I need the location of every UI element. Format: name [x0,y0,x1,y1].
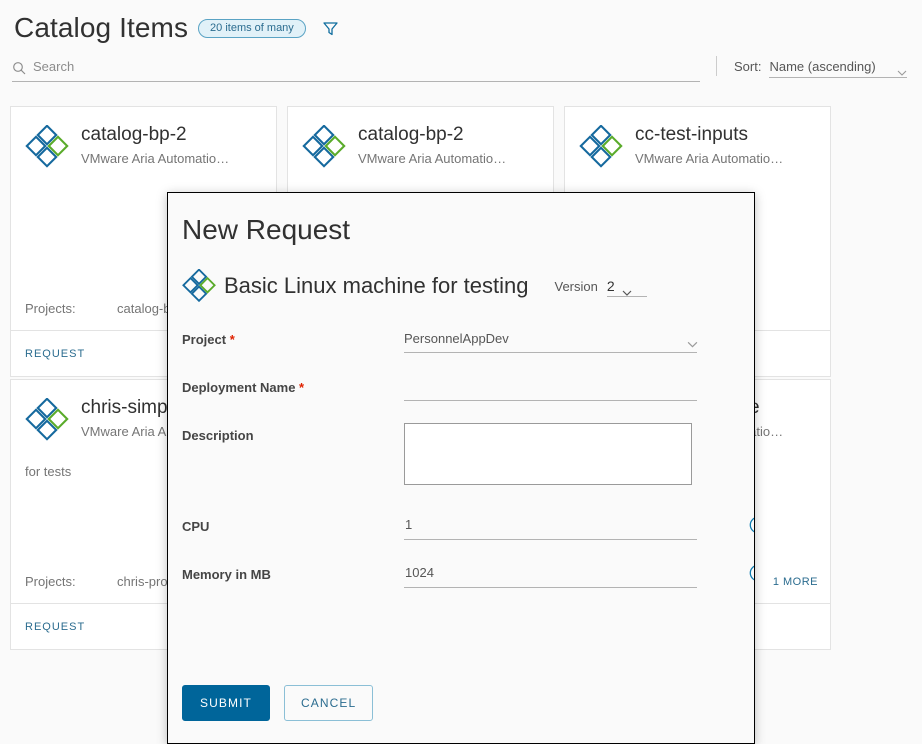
project-selected-value: PersonnelAppDev [404,330,509,346]
search-icon [12,61,26,75]
search-field[interactable] [12,54,700,82]
card-projects-label: Projects: [25,574,76,589]
card-texts: catalog-bp-2 VMware Aria Automatio… [358,123,506,169]
card-header: catalog-bp-2 VMware Aria Automatio… [11,107,276,169]
card-subtitle: VMware Aria Automatio… [358,151,507,166]
page-title: Catalog Items [14,12,189,43]
form-row-memory: Memory in MB [182,562,754,588]
deployment-name-control [404,375,740,401]
cpu-label: CPU [182,514,404,534]
version-label: Version [554,279,598,294]
request-button[interactable]: REQUEST [25,348,85,360]
card-subtitle: VMware Aria Automatio… [81,151,230,166]
submit-button[interactable]: SUBMIT [182,685,270,721]
catalog-diamond-icon [25,124,69,169]
sort-control: Sort: Name (ascending) [734,55,908,78]
catalog-diamond-icon [25,397,69,442]
memory-control [404,562,754,588]
card-title: catalog-bp-2 [358,124,464,145]
deployment-name-label-text: Deployment Name [182,380,296,395]
project-control: PersonnelAppDev [404,327,740,353]
card-projects-more[interactable]: 1 MORE [773,576,818,588]
chevron-down-icon [622,283,632,296]
card-title: cc-test-inputs [635,124,748,145]
version-select[interactable]: 2 [606,275,647,297]
app-root: Catalog Items 20 items of many Search So… [0,0,922,744]
dialog-title: New Request [182,214,351,245]
catalog-item-name: Basic Linux machine for testing [224,273,529,298]
memory-input[interactable] [404,562,697,588]
description-textarea[interactable] [404,423,692,485]
catalog-diamond-icon [182,268,216,303]
cpu-label-text: CPU [182,519,210,534]
request-form: Project * PersonnelAppDev Deployment Nam… [182,327,754,588]
required-marker: * [299,380,305,395]
filter-icon[interactable] [322,20,339,37]
cpu-control [404,514,754,540]
card-header: catalog-bp-2 VMware Aria Automatio… [288,107,553,169]
form-row-cpu: CPU [182,514,754,540]
sort-selected-value: Name (ascending) [769,58,876,74]
version-control: Version 2 [555,275,647,297]
catalog-diamond-icon [302,124,346,169]
new-request-dialog: New Request Basic Linux machine for test… [167,192,755,744]
card-subtitle: VMware Aria Automatio… [635,151,784,166]
project-label-text: Project [182,332,227,347]
catalog-diamond-icon [579,124,623,169]
deployment-name-label: Deployment Name * [182,375,404,395]
project-label: Project * [182,327,404,347]
memory-label-text: Memory in MB [182,567,271,582]
dialog-actions: SUBMIT CANCEL [182,685,374,721]
page-header: Catalog Items 20 items of many Search So… [0,0,922,96]
sort-label: Sort: [734,59,762,74]
deployment-name-input[interactable] [404,375,697,401]
items-count-badge: 20 items of many [198,18,306,38]
description-control [404,423,740,490]
sort-select[interactable]: Name (ascending) [769,55,908,78]
cancel-button[interactable]: CANCEL [284,685,374,721]
card-texts: catalog-bp-2 VMware Aria Automatio… [81,123,229,169]
chevron-down-icon [687,335,698,348]
card-projects-label: Projects: [25,301,76,316]
version-selected-value: 2 [606,277,615,294]
form-row-deployment-name: Deployment Name * [182,375,740,401]
memory-label: Memory in MB [182,562,404,582]
dialog-subheader: Basic Linux machine for testing Version … [182,268,740,303]
title-row: Catalog Items 20 items of many [14,10,339,46]
required-marker: * [229,332,235,347]
form-row-description: Description [182,423,740,490]
card-header: cc-test-inputs VMware Aria Automatio… [565,107,830,169]
info-icon[interactable] [749,564,754,582]
request-button[interactable]: REQUEST [25,621,85,633]
form-row-project: Project * PersonnelAppDev [182,327,740,353]
chevron-down-icon [897,63,907,76]
card-texts: cc-test-inputs VMware Aria Automatio… [635,123,783,169]
description-label: Description [182,423,404,443]
search-input[interactable] [33,58,700,77]
sort-divider [716,56,717,76]
card-title: catalog-bp-2 [81,124,187,145]
cpu-input[interactable] [404,514,697,540]
info-icon[interactable] [749,516,754,534]
description-label-text: Description [182,428,254,443]
project-select[interactable]: PersonnelAppDev [404,327,698,353]
card-description: for tests [25,464,72,479]
